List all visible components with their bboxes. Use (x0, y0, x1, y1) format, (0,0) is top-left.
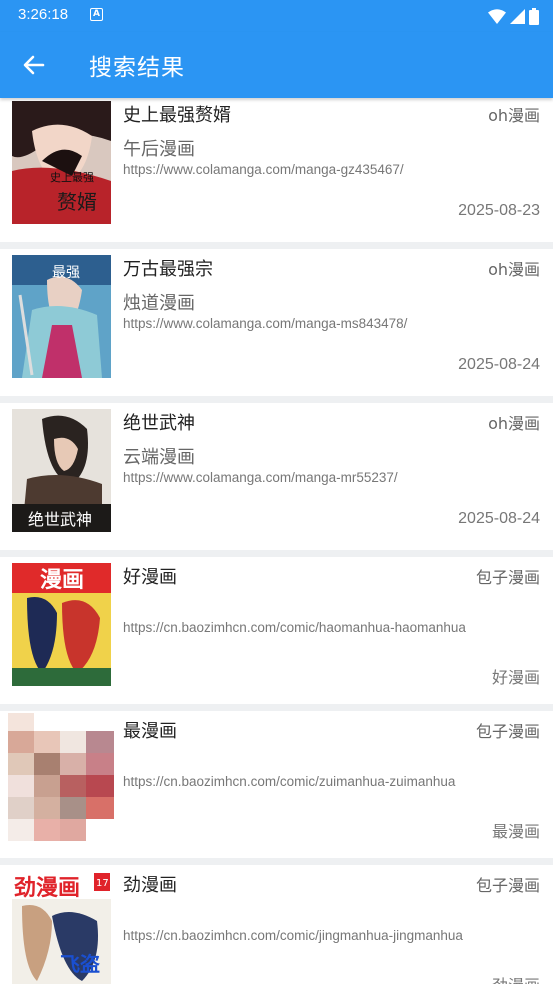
result-card[interactable]: 漫画 好漫画 包子漫画 https://cn.baozimhcn.com/com… (0, 557, 553, 704)
result-date: 2025-08-24 (458, 510, 540, 527)
result-url: https://www.colamanga.com/manga-gz435467… (123, 162, 404, 177)
result-title: 最漫画 (123, 721, 177, 742)
status-time: 3:26:18 (18, 6, 69, 23)
cover-image: 绝世武神 (12, 409, 111, 532)
result-date: 2025-08-24 (458, 356, 540, 373)
result-author: 烛道漫画 (123, 293, 195, 314)
result-source: 包子漫画 (475, 722, 540, 741)
result-title: 绝世武神 (123, 413, 195, 434)
result-title: 好漫画 (123, 567, 177, 588)
svg-text:史上最强: 史上最强 (50, 171, 94, 184)
signal-icon (510, 8, 525, 24)
cover-image: 漫画 (12, 563, 111, 686)
result-date: 最漫画 (491, 824, 540, 841)
status-bar: 3:26:18 A (0, 0, 553, 32)
svg-text:最强: 最强 (52, 265, 80, 281)
result-url: https://cn.baozimhcn.com/comic/zuimanhua… (123, 774, 456, 789)
result-url: https://cn.baozimhcn.com/comic/haomanhua… (123, 620, 466, 635)
result-card[interactable]: 劲漫画 17 飞盗 劲漫画 包子漫画 https://cn.baozimhcn.… (0, 865, 553, 984)
result-card[interactable]: 最强 万古最强宗 oh漫画 烛道漫画 https://www.colamanga… (0, 249, 553, 396)
back-button[interactable] (18, 49, 50, 81)
result-card[interactable]: 最漫画 包子漫画 https://cn.baozimhcn.com/comic/… (0, 711, 553, 858)
svg-text:飞盗: 飞盗 (60, 952, 100, 976)
cover-image: 劲漫画 17 飞盗 (12, 871, 111, 984)
result-author: 午后漫画 (123, 139, 195, 160)
result-url: https://www.colamanga.com/manga-mr55237/ (123, 470, 398, 485)
result-date: 劲漫画 (492, 972, 540, 984)
result-url: https://cn.baozimhcn.com/comic/jingmanhu… (123, 928, 463, 943)
result-title: 劲漫画 (123, 875, 177, 896)
app-notification-icon: A (90, 8, 103, 21)
result-source: oh漫画 (488, 414, 540, 433)
result-source: 包子漫画 (475, 876, 540, 895)
result-source: oh漫画 (488, 106, 540, 125)
result-date: 2025-08-23 (458, 202, 540, 219)
status-icons (488, 7, 539, 25)
cover-image: 赘婿 史上最强 (12, 101, 111, 224)
svg-text:赘婿: 赘婿 (57, 190, 97, 214)
battery-icon (529, 7, 539, 25)
result-card[interactable]: 赘婿 史上最强 史上最强赘婿 oh漫画 午后漫画 https://www.col… (0, 98, 553, 242)
result-title: 万古最强宗 (123, 259, 213, 280)
result-url: https://www.colamanga.com/manga-ms843478… (123, 316, 408, 331)
svg-text:17: 17 (96, 878, 109, 889)
result-card[interactable]: 绝世武神 绝世武神 oh漫画 云端漫画 https://www.colamang… (0, 403, 553, 550)
cover-image: 最强 (12, 255, 111, 378)
wifi-icon (488, 8, 506, 24)
result-author: 云端漫画 (123, 447, 195, 468)
page-title: 搜索结果 (89, 55, 185, 81)
search-results-list[interactable]: 赘婿 史上最强 史上最强赘婿 oh漫画 午后漫画 https://www.col… (0, 98, 553, 984)
app-root: 3:26:18 A 搜索结果 赘婿 史上最强 史上最强赘婿 oh漫画 午后漫画 … (0, 0, 553, 984)
result-date: 好漫画 (491, 670, 540, 687)
cover-image (8, 713, 114, 849)
svg-text:漫画: 漫画 (40, 568, 84, 593)
result-source: oh漫画 (488, 260, 540, 279)
svg-text:劲漫画: 劲漫画 (14, 876, 80, 901)
arrow-left-icon (23, 55, 45, 75)
app-bar: 搜索结果 (0, 32, 553, 98)
svg-text:绝世武神: 绝世武神 (28, 510, 92, 529)
result-title: 史上最强赘婿 (123, 105, 231, 126)
result-source: 包子漫画 (475, 568, 540, 587)
